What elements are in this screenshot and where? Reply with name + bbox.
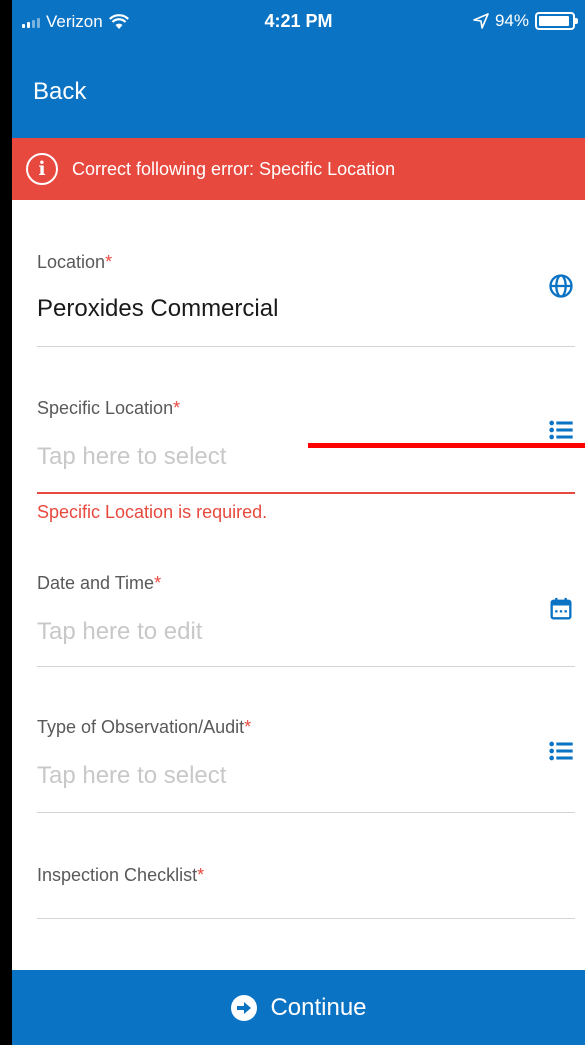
specific-location-error: Specific Location is required. <box>37 502 268 522</box>
continue-label: Continue <box>270 993 367 1021</box>
location-value: Peroxides Commercial <box>37 295 279 322</box>
required-mark: * <box>244 717 252 737</box>
required-mark: * <box>105 252 113 272</box>
observation-type-placeholder: Tap here to select <box>37 762 227 789</box>
status-bar: Verizon 4:21 PM 94% <box>12 0 585 44</box>
date-time-divider <box>37 666 575 667</box>
inspection-checklist-divider <box>37 918 575 919</box>
location-label: Location* <box>37 252 113 272</box>
specific-location-label: Specific Location* <box>37 398 181 418</box>
location-arrow-icon <box>473 13 489 29</box>
location-divider <box>37 346 575 347</box>
observation-type-label: Type of Observation/Audit* <box>37 717 252 737</box>
battery-fill <box>539 16 570 26</box>
specific-location-divider <box>37 492 575 494</box>
specific-location-field[interactable]: Specific Location* Tap here to select <box>37 398 575 471</box>
annotation-line <box>308 443 585 448</box>
date-time-label: Date and Time* <box>37 573 162 593</box>
location-field[interactable]: Location* Peroxides Commercial <box>37 252 575 323</box>
observation-type-field[interactable]: Type of Observation/Audit* Tap here to s… <box>37 717 575 790</box>
date-time-placeholder: Tap here to edit <box>37 618 203 645</box>
required-mark: * <box>197 865 205 885</box>
globe-icon[interactable] <box>547 272 575 300</box>
top-bar: Verizon 4:21 PM 94% Back <box>12 0 585 138</box>
required-mark: * <box>154 573 162 593</box>
app-screen: Verizon 4:21 PM 94% Back i Correct follo… <box>12 0 585 1045</box>
device-frame: Verizon 4:21 PM 94% Back i Correct follo… <box>0 0 585 1045</box>
inspection-checklist-label: Inspection Checklist* <box>37 865 205 885</box>
continue-button[interactable]: Continue <box>12 970 585 1045</box>
status-right: 94% <box>473 11 578 31</box>
calendar-icon[interactable] <box>547 595 575 623</box>
battery-percent: 94% <box>494 11 529 30</box>
error-banner: i Correct following error: Specific Loca… <box>12 138 585 200</box>
observation-type-divider <box>37 812 575 813</box>
error-banner-message: Correct following error: Specific Locati… <box>72 158 396 179</box>
back-button[interactable]: Back <box>33 78 86 106</box>
date-time-field[interactable]: Date and Time* Tap here to edit <box>37 573 575 646</box>
inspection-checklist-field[interactable]: Inspection Checklist* <box>37 865 575 886</box>
required-mark: * <box>173 398 181 418</box>
arrow-right-circle-icon <box>231 994 258 1021</box>
list-icon[interactable] <box>547 737 575 765</box>
list-icon[interactable] <box>547 416 575 444</box>
battery-icon <box>535 12 578 30</box>
info-icon: i <box>26 153 58 185</box>
